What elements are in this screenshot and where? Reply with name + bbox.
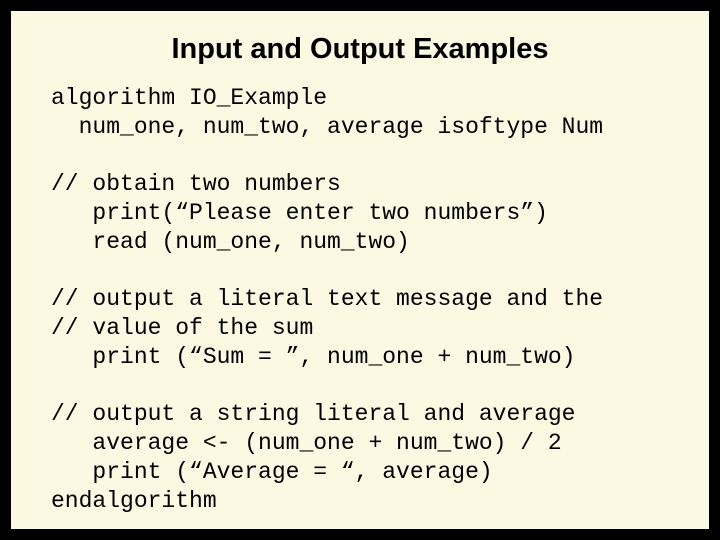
code-line: print (“Average = “, average): [51, 459, 493, 485]
code-line: // obtain two numbers: [51, 171, 341, 197]
code-block: algorithm IO_Example num_one, num_two, a…: [51, 84, 669, 515]
slide-frame: Input and Output Examples algorithm IO_E…: [0, 0, 720, 540]
code-line: num_one, num_two, average isoftype Num: [51, 114, 603, 140]
code-line: read (num_one, num_two): [51, 229, 410, 255]
code-line: average <- (num_one + num_two) / 2: [51, 430, 562, 456]
code-line: // value of the sum: [51, 315, 313, 341]
slide-title: Input and Output Examples: [51, 33, 669, 66]
code-line: print(“Please enter two numbers”): [51, 200, 548, 226]
slide-panel: Input and Output Examples algorithm IO_E…: [8, 8, 712, 532]
code-line: // output a string literal and average: [51, 401, 576, 427]
code-line: algorithm IO_Example: [51, 85, 327, 111]
code-line: print (“Sum = ”, num_one + num_two): [51, 344, 576, 370]
code-line: // output a literal text message and the: [51, 286, 603, 312]
code-line: endalgorithm: [51, 488, 217, 514]
